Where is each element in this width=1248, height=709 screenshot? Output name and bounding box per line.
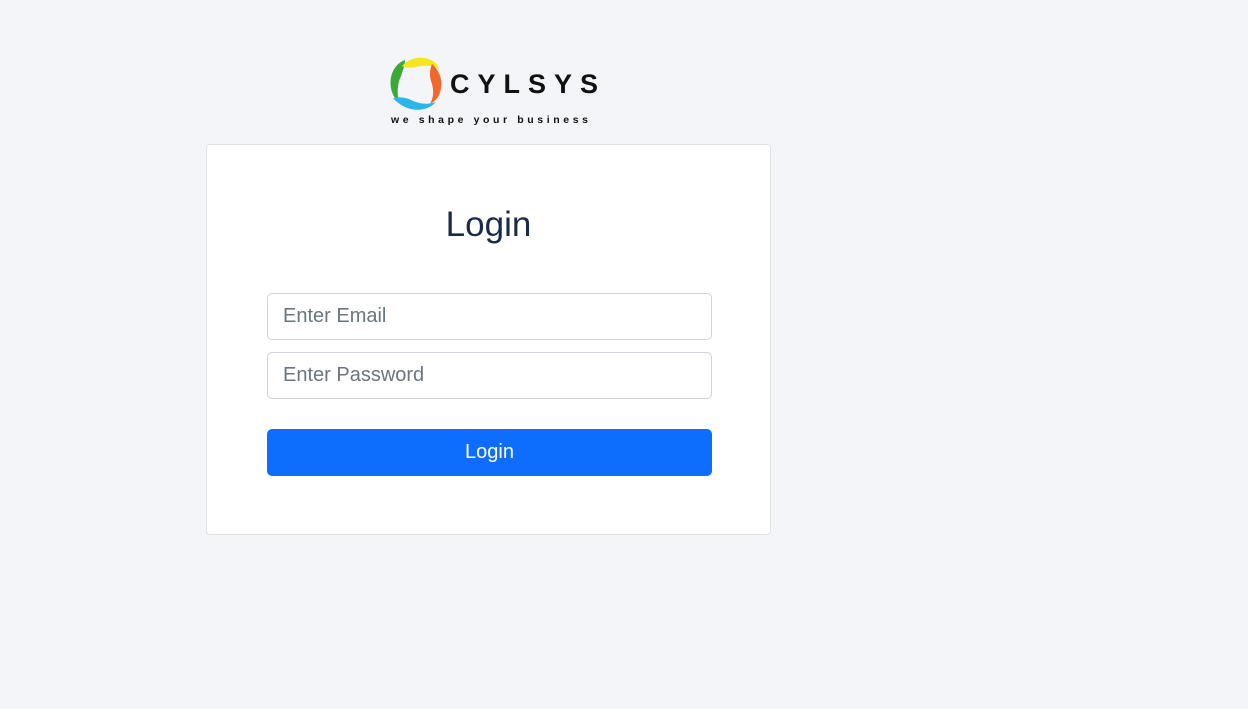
- login-title: Login: [445, 205, 532, 244]
- login-page: CYLSYS we shape your business Login Logi…: [0, 0, 1248, 709]
- login-card: Login Login: [206, 144, 771, 535]
- password-field[interactable]: [267, 352, 712, 399]
- login-button[interactable]: Login: [267, 429, 712, 476]
- email-field[interactable]: [267, 293, 712, 340]
- brand-logo: CYLSYS we shape your business: [388, 54, 598, 130]
- cylsys-logo-icon: [390, 57, 442, 110]
- brand-tagline: we shape your business: [391, 114, 592, 126]
- brand-wordmark: CYLSYS: [450, 69, 607, 99]
